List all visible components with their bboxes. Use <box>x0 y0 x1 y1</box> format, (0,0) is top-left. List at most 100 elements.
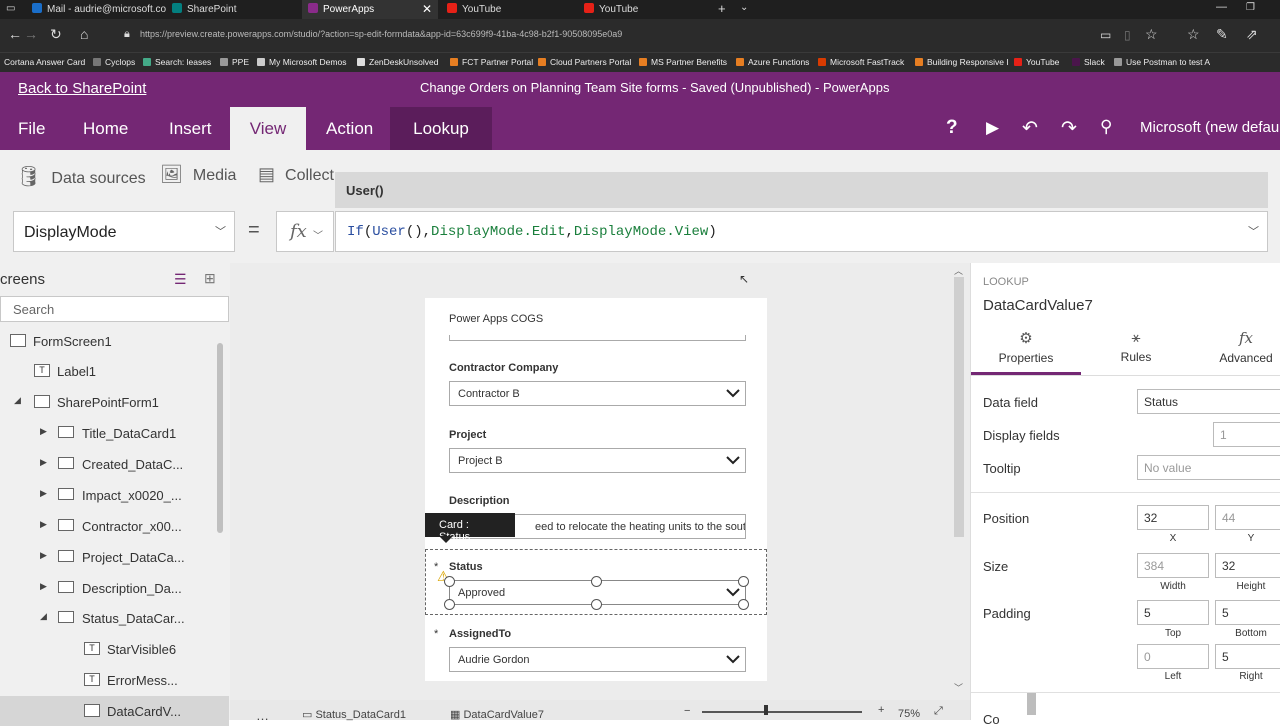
tab-mail[interactable]: Mail - audrie@microsoft.co <box>26 0 166 19</box>
forward-icon[interactable]: → <box>24 26 38 42</box>
padding-right-input[interactable]: 5 <box>1215 644 1280 669</box>
formula-input[interactable]: If(User(),DisplayMode.Edit,DisplayMode.V… <box>335 211 1268 252</box>
favorite-link[interactable]: My Microsoft Demos <box>257 57 346 67</box>
refresh-icon[interactable]: ↻ <box>50 26 62 43</box>
tree-item-datacardvalue[interactable]: DataCardV... <box>0 696 229 726</box>
zoom-in-icon[interactable]: + <box>878 704 884 716</box>
favorite-link[interactable]: Cloud Partners Portal <box>538 57 631 67</box>
tab-view[interactable]: View <box>230 107 306 150</box>
project-dropdown[interactable]: Project B <box>449 448 746 473</box>
padding-left-input[interactable]: 0 <box>1137 644 1209 669</box>
list-view-icon[interactable]: ☰ <box>174 271 187 288</box>
breadcrumb-control[interactable]: ▦ DataCardValue7 <box>450 708 544 721</box>
pen-icon[interactable]: ✎ <box>1216 26 1228 43</box>
favorite-link[interactable]: PPE <box>220 57 249 67</box>
share-icon[interactable]: ⇗ <box>1246 26 1258 43</box>
favorite-link[interactable]: YouTube <box>1014 57 1059 67</box>
expand-arrow-icon[interactable]: ▶ <box>40 426 47 437</box>
minimize-icon[interactable]: — <box>1216 1 1227 13</box>
tree-item-status-datacard[interactable]: ◢ Status_DataCar... <box>0 603 218 633</box>
favorite-link[interactable]: Use Postman to test A <box>1114 57 1210 67</box>
tree-item-contractor-datacard[interactable]: ▶ Contractor_x00... <box>0 511 218 541</box>
url-field[interactable]: https://preview.create.powerapps.com/stu… <box>140 29 622 39</box>
help-icon[interactable]: ? <box>946 117 958 139</box>
tree-item-description-datacard[interactable]: ▶ Description_Da... <box>0 573 218 603</box>
tab-rules[interactable]: ⚹ Rules <box>1081 329 1191 364</box>
resize-handle[interactable] <box>738 576 749 587</box>
new-tab-icon[interactable]: + <box>718 1 726 16</box>
favorite-link[interactable]: Cyclops <box>93 57 135 67</box>
tree-item-errormessage[interactable]: T ErrorMess... <box>0 665 218 695</box>
restore-icon[interactable]: ❐ <box>1246 2 1255 13</box>
function-button[interactable]: fx ﹀ <box>276 211 334 252</box>
tab-action[interactable]: Action <box>326 107 373 150</box>
expand-arrow-icon[interactable]: ▶ <box>40 519 47 530</box>
position-x-input[interactable]: 32 <box>1137 505 1209 530</box>
more-icon[interactable]: … <box>256 708 269 723</box>
width-input[interactable]: 384 <box>1137 553 1209 578</box>
favorite-link[interactable]: FCT Partner Portal <box>450 57 533 67</box>
favorite-link[interactable]: MS Partner Benefits <box>639 57 727 67</box>
padding-bottom-input[interactable]: 5 <box>1215 600 1280 625</box>
tree-item-label1[interactable]: T Label1 <box>0 356 218 386</box>
resize-handle[interactable] <box>444 599 455 610</box>
tab-youtube-2[interactable]: YouTube <box>578 0 708 19</box>
grid-view-icon[interactable]: ⊞ <box>204 270 216 287</box>
collections-button[interactable]: ▤ Collect <box>258 164 334 185</box>
play-icon[interactable]: ▶ <box>986 118 999 138</box>
position-y-input[interactable]: 44 <box>1215 505 1280 530</box>
resize-handle[interactable] <box>591 576 602 587</box>
close-tab-icon[interactable]: ✕ <box>422 0 432 19</box>
tab-properties[interactable]: ⚙ Properties <box>971 329 1081 365</box>
tab-list-chevron-icon[interactable]: ⌄ <box>740 2 748 13</box>
redo-icon[interactable]: ↷ <box>1061 117 1077 140</box>
tab-home[interactable]: Home <box>83 107 128 150</box>
top-field-box[interactable] <box>449 335 746 341</box>
favorite-link[interactable]: Microsoft FastTrack <box>818 57 904 67</box>
expand-arrow-icon[interactable]: ▶ <box>40 581 47 592</box>
display-fields-input[interactable]: 1 <box>1213 422 1280 447</box>
sharepoint-form[interactable]: Power Apps COGS Contractor Company Contr… <box>425 298 767 681</box>
tab-advanced[interactable]: fx Advanced <box>1191 329 1280 365</box>
search-input[interactable]: Search <box>0 296 229 322</box>
tab-lookup[interactable]: Lookup <box>390 107 492 150</box>
favorite-link[interactable]: Slack <box>1072 57 1105 67</box>
tab-sharepoint[interactable]: SharePoint <box>166 0 296 19</box>
resize-handle[interactable] <box>738 599 749 610</box>
expand-arrow-icon[interactable]: ▶ <box>40 550 47 561</box>
tab-actions-icon[interactable]: ▭ <box>6 3 15 14</box>
home-icon[interactable]: ⌂ <box>80 26 88 42</box>
back-icon[interactable]: ← <box>8 26 22 42</box>
tree-item-impact-datacard[interactable]: ▶ Impact_x0020_... <box>0 480 218 510</box>
collapse-arrow-icon[interactable]: ◢ <box>14 395 21 406</box>
tree-item-sharepointform1[interactable]: ◢ SharePointForm1 <box>0 387 218 417</box>
scroll-up-icon[interactable]: ︿ <box>954 264 963 277</box>
user-icon[interactable]: ⚲ <box>1100 117 1112 137</box>
tab-youtube-1[interactable]: YouTube <box>441 0 571 19</box>
tree-item-starvisible[interactable]: T StarVisible6 <box>0 634 218 664</box>
property-dropdown[interactable]: DisplayMode ﹀ <box>13 211 235 252</box>
padding-top-input[interactable]: 5 <box>1137 600 1209 625</box>
reading-view-icon[interactable]: ▭ <box>1100 28 1111 42</box>
tree-item-title-datacard[interactable]: ▶ Title_DataCard1 <box>0 418 218 448</box>
height-input[interactable]: 32 <box>1215 553 1280 578</box>
zoom-out-icon[interactable]: − <box>684 705 690 717</box>
resize-handle[interactable] <box>591 599 602 610</box>
panel-scrollbar[interactable] <box>1027 693 1036 715</box>
tab-powerapps[interactable]: PowerApps ✕ <box>302 0 438 19</box>
favorite-link[interactable]: Building Responsive I <box>915 57 1009 67</box>
data-sources-button[interactable]: 🛢︎ Data sources <box>16 164 146 189</box>
tree-item-formscreen1[interactable]: FormScreen1 <box>0 326 218 356</box>
zoom-thumb[interactable] <box>764 705 768 715</box>
media-button[interactable]: 🖼︎ Media <box>160 164 236 185</box>
control-name[interactable]: DataCardValue7 <box>983 297 1093 314</box>
zoom-slider[interactable] <box>702 711 862 713</box>
assignedto-dropdown[interactable]: Audrie Gordon <box>449 647 746 672</box>
expand-arrow-icon[interactable]: ▶ <box>40 488 47 499</box>
environment-name[interactable]: Microsoft (new default <box>1140 119 1280 136</box>
expand-formula-icon[interactable]: ﹀ <box>1248 223 1259 239</box>
favorite-link[interactable]: Search: leases <box>143 57 211 67</box>
tree-item-created-datacard[interactable]: ▶ Created_DataC... <box>0 449 218 479</box>
book-icon[interactable]: ▯ <box>1124 28 1131 42</box>
back-to-sharepoint-link[interactable]: Back to SharePoint <box>18 80 146 97</box>
